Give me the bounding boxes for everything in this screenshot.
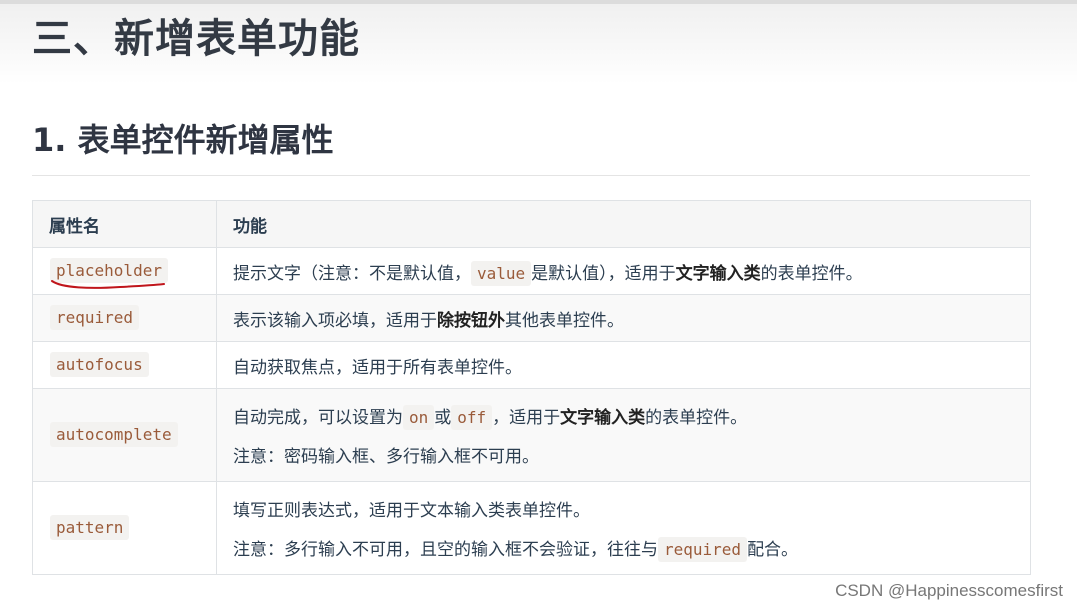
function-text: 提示文字（注意：不是默认值， — [233, 263, 471, 284]
attr-cell: autocomplete — [32, 388, 217, 482]
function-cell: 自动获取焦点，适用于所有表单控件。 — [216, 341, 1031, 389]
watermark: CSDN @Happinesscomesfirst — [835, 581, 1063, 600]
heading-divider — [32, 175, 1030, 176]
section-heading: 三、新增表单功能 — [32, 16, 360, 62]
function-text: 填写正则表达式，适用于文本输入类表单控件。 — [233, 501, 590, 521]
function-text: 配合。 — [747, 540, 799, 560]
red-underline-annotation — [51, 280, 165, 289]
inline-code: on — [403, 405, 435, 430]
attr-cell: autofocus — [32, 341, 217, 389]
function-text: 表示该输入项必填，适用于 — [233, 310, 437, 331]
table-row: placeholder 提示文字（注意：不是默认值， value 是默认值），适用于… — [32, 247, 1031, 295]
function-text: 自动获取焦点，适用于所有表单控件。 — [233, 357, 522, 378]
function-cell: 提示文字（注意：不是默认值， value 是默认值），适用于文字输入类的表单控件。 — [216, 247, 1031, 295]
table-row: required 表示该输入项必填，适用于除按钮外其他表单控件。 — [32, 294, 1031, 342]
function-text: 其他表单控件。 — [505, 310, 624, 331]
column-header-attr: 属性名 — [32, 200, 217, 248]
function-cell: 填写正则表达式，适用于文本输入类表单控件。 注意：多行输入不可用，且空的输入框不… — [216, 481, 1031, 575]
function-text: 是默认值），适用于 — [531, 263, 676, 284]
inline-code: required — [658, 537, 748, 562]
attr-code: required — [50, 305, 140, 330]
attr-code: autocomplete — [50, 422, 178, 447]
attr-cell: required — [32, 294, 217, 342]
function-text: 自动完成，可以设置为 — [233, 408, 403, 428]
table-header-row: 属性名 功能 — [32, 200, 1031, 248]
function-text: 的表单控件。 — [760, 263, 863, 284]
function-text: 或 — [434, 408, 452, 428]
function-cell: 自动完成，可以设置为 on 或 off ，适用于文字输入类的表单控件。 注意：密码输入框… — [216, 388, 1031, 482]
function-cell: 表示该输入项必填，适用于除按钮外其他表单控件。 — [216, 294, 1031, 342]
bold-text: 文字输入类 — [675, 263, 761, 284]
attribute-table: 属性名 功能 placeholder 提示文字（注意：不是默认值， value 是默… — [32, 200, 1031, 575]
function-text: 注意：密码输入框、多行输入框不可用。 — [233, 447, 539, 467]
function-line: 填写正则表达式，适用于文本输入类表单控件。 — [233, 496, 1014, 521]
function-text: 的表单控件。 — [645, 408, 748, 428]
function-note-line: 注意：多行输入不可用，且空的输入框不会验证，往往与 required 配合。 — [233, 535, 1014, 562]
inline-code: value — [471, 260, 532, 286]
subsection-heading: 1. 表单控件新增属性 — [32, 121, 334, 159]
function-text: ，适用于 — [492, 408, 561, 428]
inline-code: off — [451, 405, 493, 430]
column-header-function: 功能 — [216, 200, 1031, 248]
bold-text: 除按钮外 — [437, 310, 505, 331]
attr-code: autofocus — [50, 352, 149, 377]
table-row: autocomplete 自动完成，可以设置为 on 或 off ，适用于文字输入类的表… — [32, 388, 1031, 482]
attr-code: pattern — [50, 515, 130, 540]
function-note-line: 注意：密码输入框、多行输入框不可用。 — [233, 442, 1014, 467]
table-row: pattern 填写正则表达式，适用于文本输入类表单控件。 注意：多行输入不可用… — [32, 481, 1031, 575]
table-row: autofocus 自动获取焦点，适用于所有表单控件。 — [32, 341, 1031, 389]
bold-text: 文字输入类 — [560, 408, 646, 428]
function-line: 自动完成，可以设置为 on 或 off ，适用于文字输入类的表单控件。 — [233, 403, 1014, 430]
attr-cell: pattern — [32, 481, 217, 575]
function-text: 注意：多行输入不可用，且空的输入框不会验证，往往与 — [233, 540, 658, 560]
